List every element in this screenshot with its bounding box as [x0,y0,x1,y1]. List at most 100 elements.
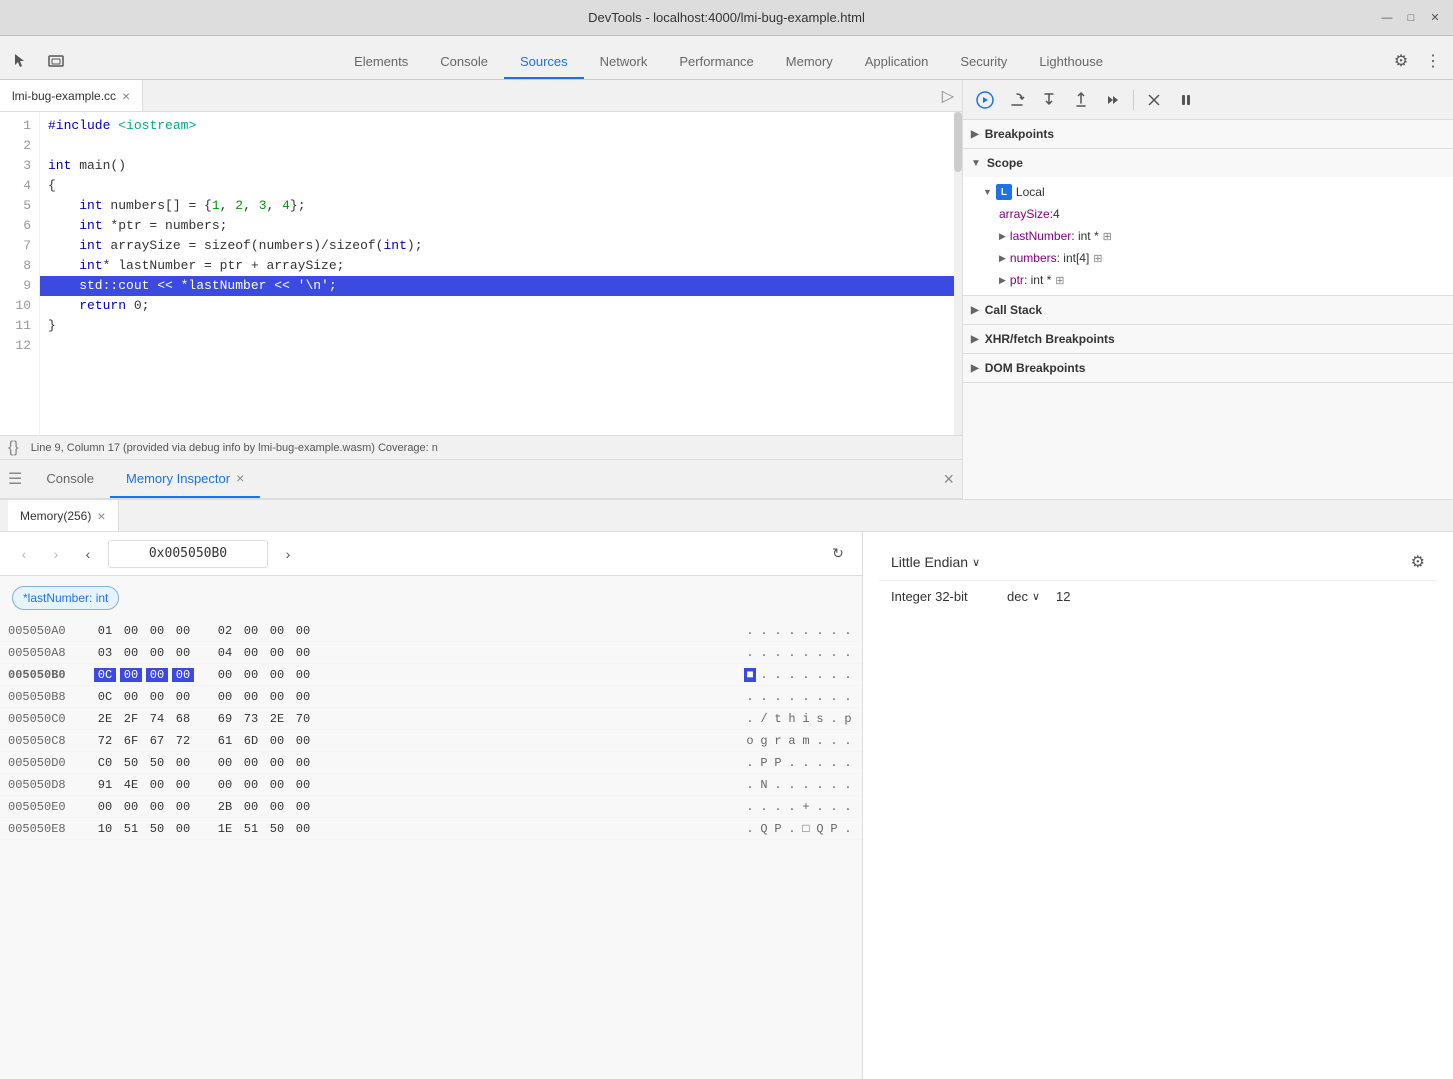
mem-char[interactable]: Q [814,822,826,836]
mem-char[interactable]: . [744,712,756,726]
mem-char[interactable]: . [842,800,854,814]
mem-char[interactable]: . [758,690,770,704]
memory-tab[interactable]: Memory(256) × [8,500,119,531]
mem-char[interactable]: . [842,624,854,638]
mem-byte[interactable]: 00 [292,646,314,660]
mem-byte[interactable]: 51 [120,822,142,836]
long-resume-button[interactable] [1099,86,1127,114]
file-tab-run-icon[interactable]: ▷ [942,86,962,106]
mem-char[interactable]: . [744,800,756,814]
mem-char[interactable]: . [772,778,784,792]
mem-byte[interactable]: 91 [94,778,116,792]
pause-on-exceptions-button[interactable] [1172,86,1200,114]
mem-char[interactable]: s [814,712,826,726]
mem-byte[interactable]: 00 [120,624,142,638]
mem-byte[interactable]: 1E [214,822,236,836]
mem-byte[interactable]: 61 [214,734,236,748]
mem-byte[interactable]: 74 [146,712,168,726]
memory-forward-button[interactable]: › [44,542,68,566]
mem-char[interactable]: N [758,778,770,792]
mem-char[interactable]: . [786,822,798,836]
memory-tab-close[interactable]: × [97,508,105,524]
scope-ptr[interactable]: ▶ ptr : int * ⊞ [963,269,1453,291]
mem-byte[interactable]: 00 [292,624,314,638]
mem-char[interactable]: m [800,734,812,748]
mem-byte[interactable]: 00 [266,646,288,660]
mem-char[interactable]: . [814,756,826,770]
mem-char[interactable]: r [772,734,784,748]
mem-char[interactable]: . [828,800,840,814]
mem-byte[interactable]: 00 [266,624,288,638]
mem-char[interactable]: . [842,668,854,682]
mem-byte[interactable]: 00 [292,822,314,836]
mem-char[interactable]: . [744,778,756,792]
mem-char[interactable]: . [814,734,826,748]
mem-char[interactable]: . [814,690,826,704]
mem-char[interactable]: / [758,712,770,726]
mem-byte[interactable]: 69 [214,712,236,726]
mem-byte[interactable]: 00 [146,624,168,638]
scope-header[interactable]: ▼ Scope [963,149,1453,177]
mem-byte[interactable]: 00 [240,690,262,704]
mem-char[interactable]: Q [758,822,770,836]
mem-char[interactable]: . [842,734,854,748]
mem-byte[interactable]: 00 [214,668,236,682]
mem-char[interactable]: . [786,646,798,660]
step-over-button[interactable] [1003,86,1031,114]
tab-performance[interactable]: Performance [663,46,769,79]
mem-char[interactable]: . [828,646,840,660]
mem-byte[interactable]: 72 [94,734,116,748]
mem-byte[interactable]: 00 [172,822,194,836]
mem-byte[interactable]: 00 [146,690,168,704]
mem-byte[interactable]: 10 [94,822,116,836]
mem-byte[interactable]: 00 [266,756,288,770]
mem-char[interactable]: . [842,778,854,792]
mem-char[interactable]: g [758,734,770,748]
mem-byte[interactable]: 0C [94,690,116,704]
mem-char[interactable]: . [786,668,798,682]
step-out-button[interactable] [1067,86,1095,114]
mem-byte[interactable]: 00 [266,734,288,748]
mem-byte[interactable]: 00 [172,690,194,704]
memory-settings-icon[interactable]: ⚙ [1411,552,1425,572]
mem-char[interactable]: . [800,624,812,638]
tab-lighthouse[interactable]: Lighthouse [1023,46,1119,79]
memory-refresh-button[interactable]: ↻ [826,542,850,566]
mem-char[interactable]: . [828,734,840,748]
mem-byte[interactable]: 00 [240,756,262,770]
scope-arraySize[interactable]: arraySize : 4 [963,203,1453,225]
settings-icon[interactable]: ⚙ [1389,49,1413,73]
mem-char[interactable]: . [814,668,826,682]
mem-char[interactable]: . [786,624,798,638]
mem-byte[interactable]: 00 [172,778,194,792]
mem-char[interactable]: . [786,756,798,770]
mem-byte[interactable]: 00 [292,778,314,792]
mem-byte[interactable]: 00 [240,624,262,638]
mem-char[interactable]: . [772,690,784,704]
dom-breakpoints-header[interactable]: ▶ DOM Breakpoints [963,354,1453,382]
mem-char[interactable]: ■ [744,668,756,682]
tab-memory[interactable]: Memory [770,46,849,79]
mem-char[interactable]: . [786,800,798,814]
mem-char[interactable]: t [772,712,784,726]
mem-byte[interactable]: 73 [240,712,262,726]
mem-byte[interactable]: 6D [240,734,262,748]
mem-byte[interactable]: 00 [266,778,288,792]
mem-byte[interactable]: 67 [146,734,168,748]
tab-sources[interactable]: Sources [504,46,584,79]
mem-byte[interactable]: 72 [172,734,194,748]
scope-numbers[interactable]: ▶ numbers : int[4] ⊞ [963,247,1453,269]
memory-prev-button[interactable]: ‹ [76,542,100,566]
mem-char[interactable]: . [772,668,784,682]
mem-char[interactable]: . [828,712,840,726]
tab-security[interactable]: Security [944,46,1023,79]
mem-byte[interactable]: 00 [292,734,314,748]
mem-byte[interactable]: 0C [94,668,116,682]
bottom-close-all[interactable]: × [943,469,954,490]
mem-char[interactable]: h [786,712,798,726]
mem-byte[interactable]: 00 [120,646,142,660]
more-menu-icon[interactable]: ⋮ [1421,49,1445,73]
mem-byte[interactable]: 2F [120,712,142,726]
file-tab-close[interactable]: × [122,88,130,104]
mem-char[interactable]: o [744,734,756,748]
